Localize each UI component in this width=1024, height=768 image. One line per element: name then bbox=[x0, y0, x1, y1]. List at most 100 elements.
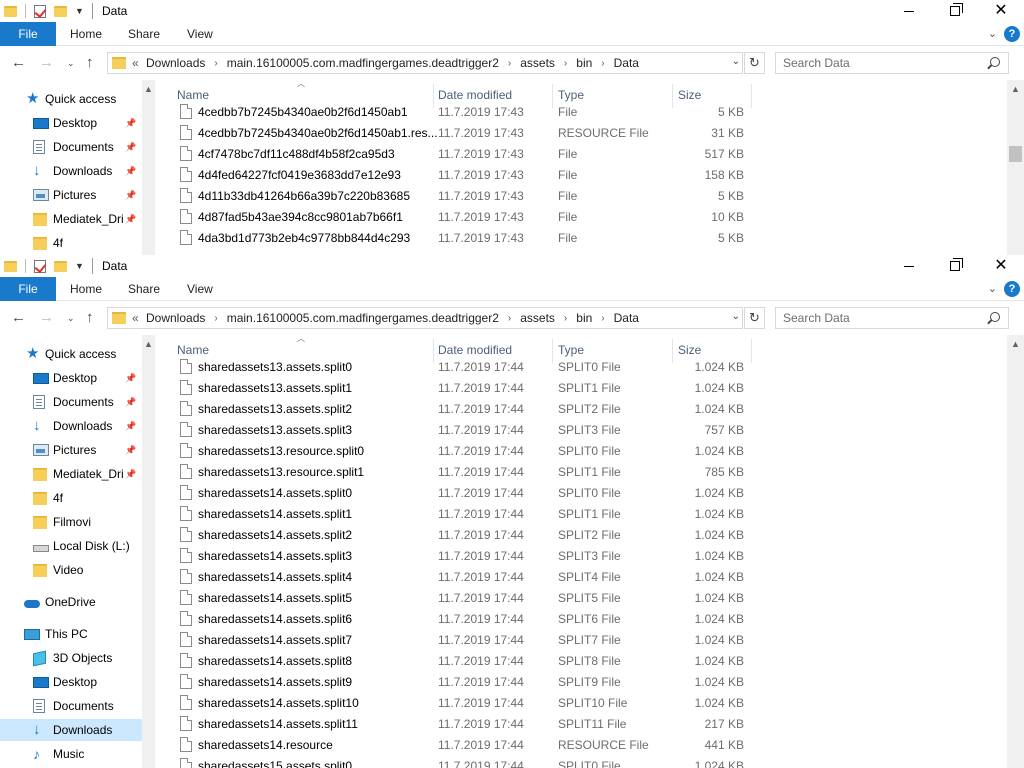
file-row[interactable]: sharedassets13.assets.split2 11.7.2019 17… bbox=[155, 399, 1005, 420]
properties-icon[interactable] bbox=[34, 259, 46, 273]
tab-share[interactable]: Share bbox=[128, 277, 160, 301]
scroll-up-icon[interactable]: ▲ bbox=[144, 339, 153, 349]
tab-view[interactable]: View bbox=[187, 22, 213, 46]
sidebar-item-documents[interactable]: Documents 📌 bbox=[0, 136, 142, 158]
tab-share[interactable]: Share bbox=[128, 22, 160, 46]
breadcrumb-main-folder[interactable]: main.16100005.com.madfingergames.deadtri… bbox=[227, 311, 499, 325]
address-bar[interactable]: « Downloads › main.16100005.com.madfinge… bbox=[107, 52, 743, 74]
file-row[interactable]: sharedassets13.assets.split0 11.7.2019 17… bbox=[155, 357, 1005, 378]
sidebar-item-4f[interactable]: 4f bbox=[0, 232, 142, 254]
sidebar-item-local-disk-l[interactable]: Local Disk (L:) bbox=[0, 535, 142, 557]
breadcrumb-separator-icon[interactable]: › bbox=[508, 313, 511, 324]
file-row[interactable]: sharedassets13.assets.split3 11.7.2019 17… bbox=[155, 420, 1005, 441]
file-row[interactable]: sharedassets14.assets.split2 11.7.2019 17… bbox=[155, 525, 1005, 546]
address-dropdown-icon[interactable]: ⌄ bbox=[732, 311, 740, 322]
sidebar-item-mediatek-dri[interactable]: Mediatek_Dri 📌 bbox=[0, 208, 142, 230]
refresh-button[interactable]: ↻ bbox=[744, 307, 765, 329]
sidebar-item-video[interactable]: Video bbox=[0, 559, 142, 581]
sidebar-item-pictures[interactable]: Pictures 📌 bbox=[0, 439, 142, 461]
search-box[interactable] bbox=[775, 307, 1009, 329]
file-row[interactable]: sharedassets14.assets.split9 11.7.2019 17… bbox=[155, 672, 1005, 693]
sidebar-item-downloads[interactable]: ↓ Downloads 📌 bbox=[0, 415, 142, 437]
file-row[interactable]: sharedassets13.resource.split1 11.7.2019 … bbox=[155, 462, 1005, 483]
sidebar-item-downloads[interactable]: ↓ Downloads bbox=[0, 719, 142, 741]
sidebar-item-onedrive[interactable]: OneDrive bbox=[0, 591, 142, 613]
properties-icon[interactable] bbox=[34, 4, 46, 18]
file-row[interactable]: sharedassets14.assets.split5 11.7.2019 17… bbox=[155, 588, 1005, 609]
file-row[interactable]: 4d4fed64227fcf0419e3683dd7e12e93 11.7.201… bbox=[155, 165, 1005, 186]
back-arrow-icon[interactable]: ← bbox=[11, 54, 26, 71]
overflow-crumbs[interactable]: « bbox=[132, 56, 139, 70]
sidebar-item-desktop[interactable]: Desktop 📌 bbox=[0, 367, 142, 389]
file-row[interactable]: 4cedbb7b7245b4340ae0b2f6d1450ab1 11.7.201… bbox=[155, 102, 1005, 123]
customize-quick-access-icon[interactable]: ▼ bbox=[75, 261, 84, 271]
search-icon[interactable] bbox=[990, 312, 1000, 322]
sidebar-item-desktop[interactable]: Desktop 📌 bbox=[0, 112, 142, 134]
overflow-crumbs[interactable]: « bbox=[132, 311, 139, 325]
tab-view[interactable]: View bbox=[187, 277, 213, 301]
breadcrumb-assets[interactable]: assets bbox=[520, 56, 555, 70]
file-row[interactable]: 4d11b33db41264b66a39b7c220b83685 11.7.201… bbox=[155, 186, 1005, 207]
sidebar-item-downloads[interactable]: ↓ Downloads 📌 bbox=[0, 160, 142, 182]
sidebar-item-documents[interactable]: Documents 📌 bbox=[0, 391, 142, 413]
up-arrow-icon[interactable]: ↑ bbox=[86, 54, 94, 71]
sidebar-item-mediatek-dri[interactable]: Mediatek_Dri 📌 bbox=[0, 463, 142, 485]
tab-home[interactable]: Home bbox=[70, 22, 102, 46]
search-input[interactable] bbox=[776, 308, 986, 328]
tab-file[interactable]: File bbox=[0, 22, 56, 46]
file-row[interactable]: sharedassets14.assets.split6 11.7.2019 17… bbox=[155, 609, 1005, 630]
restore-button[interactable] bbox=[932, 255, 978, 277]
navigation-pane-scrollbar[interactable]: ▲ bbox=[142, 80, 155, 255]
help-icon[interactable]: ? bbox=[1004, 281, 1020, 297]
sidebar-item-3d-objects[interactable]: 3D Objects bbox=[0, 647, 142, 669]
breadcrumb-bin[interactable]: bin bbox=[576, 311, 592, 325]
file-row[interactable]: sharedassets14.assets.split1 11.7.2019 17… bbox=[155, 504, 1005, 525]
address-dropdown-icon[interactable]: ⌄ bbox=[732, 56, 740, 67]
file-row[interactable]: sharedassets13.assets.split1 11.7.2019 17… bbox=[155, 378, 1005, 399]
file-row[interactable]: sharedassets14.resource 11.7.2019 17:44 RE… bbox=[155, 735, 1005, 756]
breadcrumb-separator-icon[interactable]: › bbox=[564, 58, 567, 69]
breadcrumb-downloads[interactable]: Downloads bbox=[146, 311, 205, 325]
file-list-scrollbar[interactable]: ▲ bbox=[1007, 335, 1024, 768]
breadcrumb-data[interactable]: Data bbox=[614, 311, 639, 325]
breadcrumb-separator-icon[interactable]: › bbox=[508, 58, 511, 69]
expand-ribbon-icon[interactable]: ⌄ bbox=[988, 27, 997, 40]
sidebar-item-quick-access[interactable]: ★ Quick access bbox=[0, 88, 142, 110]
file-row[interactable]: sharedassets15.assets.split0 11.7.2019 17… bbox=[155, 756, 1005, 768]
up-arrow-icon[interactable]: ↑ bbox=[86, 309, 94, 326]
help-icon[interactable]: ? bbox=[1004, 26, 1020, 42]
breadcrumb-downloads[interactable]: Downloads bbox=[146, 56, 205, 70]
close-button[interactable]: ✕ bbox=[978, 0, 1024, 22]
sidebar-item-documents[interactable]: Documents bbox=[0, 695, 142, 717]
expand-ribbon-icon[interactable]: ⌄ bbox=[988, 282, 997, 295]
file-row[interactable]: 4da3bd1d773b2eb4c9778bb844d4c293 11.7.201… bbox=[155, 228, 1005, 249]
breadcrumb-separator-icon[interactable]: › bbox=[601, 313, 604, 324]
file-row[interactable]: 4cf7478bc7df11c488df4b58f2ca95d3 11.7.201… bbox=[155, 144, 1005, 165]
file-row[interactable]: sharedassets14.assets.split3 11.7.2019 17… bbox=[155, 546, 1005, 567]
address-bar[interactable]: « Downloads › main.16100005.com.madfinge… bbox=[107, 307, 743, 329]
tab-file[interactable]: File bbox=[0, 277, 56, 301]
breadcrumb-separator-icon[interactable]: › bbox=[214, 313, 217, 324]
refresh-button[interactable]: ↻ bbox=[744, 52, 765, 74]
customize-quick-access-icon[interactable]: ▼ bbox=[75, 6, 84, 16]
restore-button[interactable] bbox=[932, 0, 978, 22]
file-row[interactable]: 4d87fad5b43ae394c8cc9801ab7b66f1 11.7.201… bbox=[155, 207, 1005, 228]
minimize-button[interactable] bbox=[886, 255, 932, 277]
back-arrow-icon[interactable]: ← bbox=[11, 309, 26, 326]
sidebar-item-filmovi[interactable]: Filmovi bbox=[0, 511, 142, 533]
file-row[interactable]: sharedassets14.assets.split11 11.7.2019 1… bbox=[155, 714, 1005, 735]
title-bar[interactable]: ▼ Data ✕ bbox=[0, 255, 1024, 277]
new-folder-icon[interactable] bbox=[54, 260, 67, 272]
file-row[interactable]: sharedassets14.assets.split4 11.7.2019 17… bbox=[155, 567, 1005, 588]
sidebar-item-desktop[interactable]: Desktop bbox=[0, 671, 142, 693]
scroll-up-icon[interactable]: ▲ bbox=[1011, 339, 1020, 349]
scroll-up-icon[interactable]: ▲ bbox=[144, 84, 153, 94]
sidebar-item-music[interactable]: ♪ Music bbox=[0, 743, 142, 765]
close-button[interactable]: ✕ bbox=[978, 255, 1024, 277]
breadcrumb-main-folder[interactable]: main.16100005.com.madfingergames.deadtri… bbox=[227, 56, 499, 70]
navigation-pane-scrollbar[interactable]: ▲ bbox=[142, 335, 155, 768]
search-box[interactable] bbox=[775, 52, 1009, 74]
breadcrumb-assets[interactable]: assets bbox=[520, 311, 555, 325]
sidebar-item-this-pc[interactable]: This PC bbox=[0, 623, 142, 645]
scrollbar-thumb[interactable] bbox=[1009, 146, 1022, 162]
